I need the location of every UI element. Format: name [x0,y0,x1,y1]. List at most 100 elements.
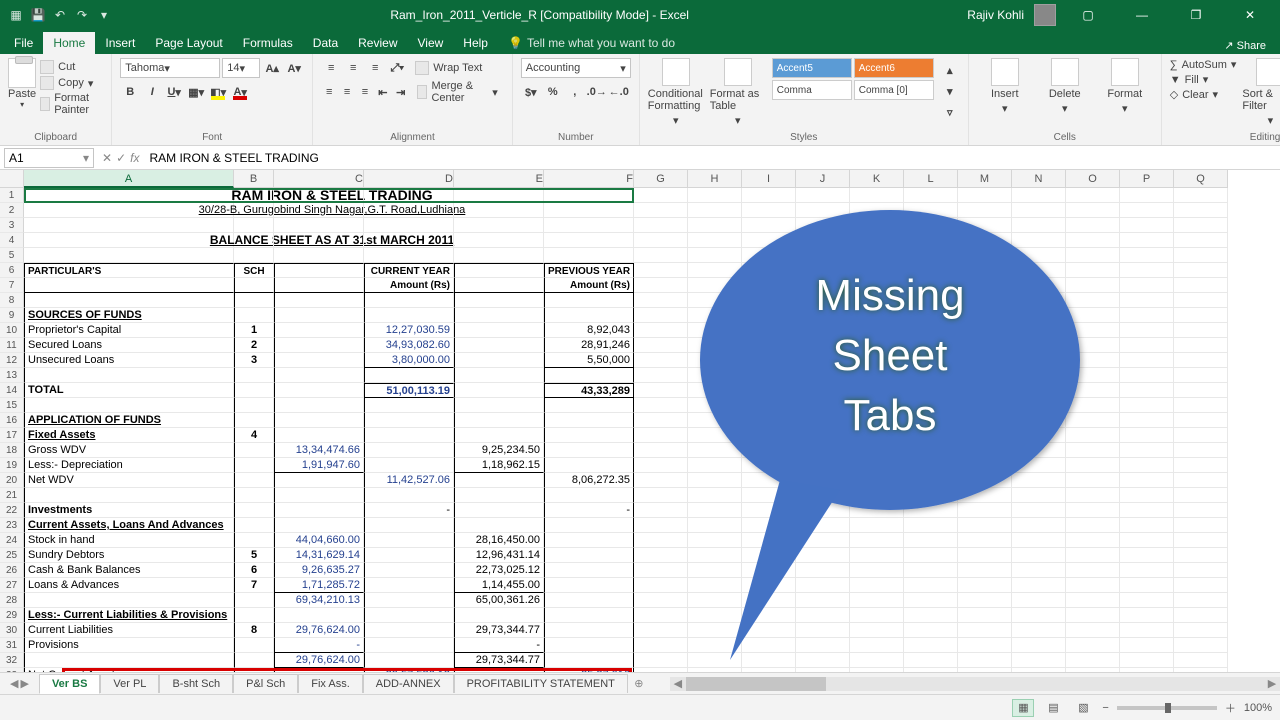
cell-K19[interactable] [850,458,904,473]
cell-A25[interactable]: Sundry Debtors [24,548,234,563]
cell-B17[interactable]: 4 [234,428,274,443]
cell-O11[interactable] [1066,338,1120,353]
cell-A12[interactable]: Unsecured Loans [24,353,234,368]
hscroll-right-icon[interactable]: ▶ [1264,677,1280,691]
page-break-view-icon[interactable]: ▧ [1072,699,1094,717]
cell-J28[interactable] [796,593,850,608]
cell-P30[interactable] [1120,623,1174,638]
cell-F29[interactable] [544,608,634,623]
cell-G12[interactable] [634,353,688,368]
cell-B14[interactable] [234,383,274,398]
cell-L7[interactable] [904,278,958,293]
cell-O30[interactable] [1066,623,1120,638]
cell-N4[interactable] [1012,233,1066,248]
cell-I21[interactable] [742,488,796,503]
cell-K23[interactable] [850,518,904,533]
cell-C8[interactable] [274,293,364,308]
row-header[interactable]: 8 [0,293,24,308]
cell-F18[interactable] [544,443,634,458]
cell-A26[interactable]: Cash & Bank Balances [24,563,234,578]
cell-E8[interactable] [454,293,544,308]
orientation-icon[interactable]: ⤢▾ [387,58,407,78]
cell-E7[interactable] [454,278,544,293]
cell-M27[interactable] [958,578,1012,593]
cell-G3[interactable] [634,218,688,233]
cell-F31[interactable] [544,638,634,653]
tab-data[interactable]: Data [303,32,348,54]
cell-A23[interactable]: Current Assets, Loans And Advances [24,518,234,533]
cell-M15[interactable] [958,398,1012,413]
cell-D30[interactable] [364,623,454,638]
row-header[interactable]: 14 [0,383,24,398]
cell-J3[interactable] [796,218,850,233]
cell-C32[interactable]: 29,76,624.00 [274,653,364,668]
copy-button[interactable]: Copy ▾ [40,76,103,90]
cell-J26[interactable] [796,563,850,578]
row-header[interactable]: 19 [0,458,24,473]
cell-P18[interactable] [1120,443,1174,458]
cell-J19[interactable] [796,458,850,473]
cell-Q10[interactable] [1174,323,1228,338]
cell-F15[interactable] [544,398,634,413]
cell-G32[interactable] [634,653,688,668]
cell-N12[interactable] [1012,353,1066,368]
cell-H6[interactable] [688,263,742,278]
cell-A20[interactable]: Net WDV [24,473,234,488]
cell-E27[interactable]: 1,14,455.00 [454,578,544,593]
cell-C23[interactable] [274,518,364,533]
cell-D23[interactable] [364,518,454,533]
cell-C15[interactable] [274,398,364,413]
cell-C13[interactable] [274,368,364,383]
style-accent5[interactable]: Accent5 [772,58,852,78]
cell-N17[interactable] [1012,428,1066,443]
cell-D5[interactable] [364,248,454,263]
row-header[interactable]: 5 [0,248,24,263]
tab-file[interactable]: File [4,32,43,54]
cell-J29[interactable] [796,608,850,623]
cell-H9[interactable] [688,308,742,323]
cell-L10[interactable] [904,323,958,338]
cell-O4[interactable] [1066,233,1120,248]
cell-K32[interactable] [850,653,904,668]
cell-I13[interactable] [742,368,796,383]
row-header[interactable]: 25 [0,548,24,563]
cell-Q11[interactable] [1174,338,1228,353]
fill-color-button[interactable]: ◧▾ [208,82,228,102]
cell-O17[interactable] [1066,428,1120,443]
cell-D32[interactable] [364,653,454,668]
row-header[interactable]: 24 [0,533,24,548]
cell-J1[interactable] [796,188,850,203]
cell-M12[interactable] [958,353,1012,368]
cell-K27[interactable] [850,578,904,593]
cell-L5[interactable] [904,248,958,263]
cell-D20[interactable]: 11,42,527.06 [364,473,454,488]
cell-D22[interactable]: - [364,503,454,518]
cell-G23[interactable] [634,518,688,533]
cell-D3[interactable] [364,218,454,233]
cell-C27[interactable]: 1,71,285.72 [274,578,364,593]
cell-H17[interactable] [688,428,742,443]
cell-H3[interactable] [688,218,742,233]
cell-N16[interactable] [1012,413,1066,428]
cell-M22[interactable] [958,503,1012,518]
cell-Q8[interactable] [1174,293,1228,308]
cell-L8[interactable] [904,293,958,308]
cell-J12[interactable] [796,353,850,368]
cell-G20[interactable] [634,473,688,488]
minimize-button[interactable]: — [1120,0,1164,30]
tab-help[interactable]: Help [453,32,498,54]
cell-D2[interactable] [364,203,454,218]
cell-Q2[interactable] [1174,203,1228,218]
cell-F25[interactable] [544,548,634,563]
cell-P12[interactable] [1120,353,1174,368]
cell-L1[interactable] [904,188,958,203]
cell-L3[interactable] [904,218,958,233]
col-header-N[interactable]: N [1012,170,1066,188]
cell-K13[interactable] [850,368,904,383]
cell-P25[interactable] [1120,548,1174,563]
cell-A6[interactable]: PARTICULAR'S [24,263,234,278]
zoom-in-icon[interactable]: ＋ [1225,700,1236,716]
cell-M16[interactable] [958,413,1012,428]
format-as-table-button[interactable]: Format as Table▾ [710,58,766,127]
select-all-corner[interactable] [0,170,24,188]
